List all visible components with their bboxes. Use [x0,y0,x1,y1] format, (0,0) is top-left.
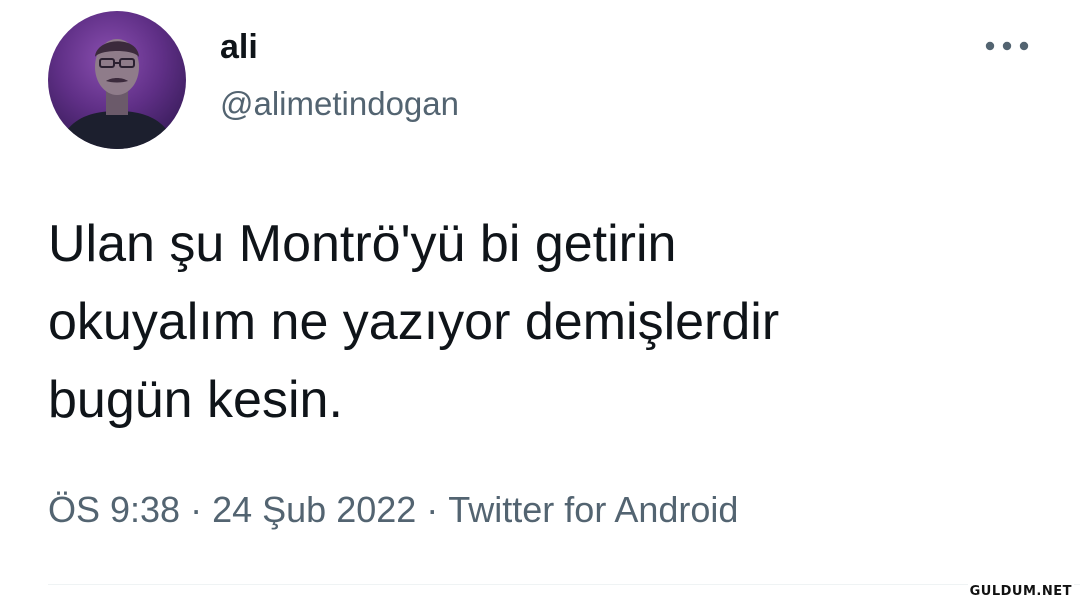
tweet-date[interactable]: 24 Şub 2022 [212,489,416,530]
meta-separator: · [190,489,203,530]
watermark: GULDUM.NET [967,584,1074,599]
display-name[interactable]: ali [220,27,258,67]
user-handle[interactable]: @alimetindogan [220,84,459,124]
tweet-time[interactable]: ÖS 9:38 [48,489,180,530]
meta-separator: · [426,489,439,530]
avatar[interactable] [48,11,186,149]
person-silhouette-icon [58,39,176,149]
tweet-source[interactable]: Twitter for Android [448,489,738,530]
tweet-meta: ÖS 9:38 · 24 Şub 2022 · Twitter for Android [48,488,738,532]
divider [48,584,1080,585]
tweet-text: Ulan şu Montrö'yü bi getirin okuyalım ne… [48,215,780,429]
more-options-button[interactable] [978,28,1036,64]
more-horizontal-icon [985,41,1029,51]
